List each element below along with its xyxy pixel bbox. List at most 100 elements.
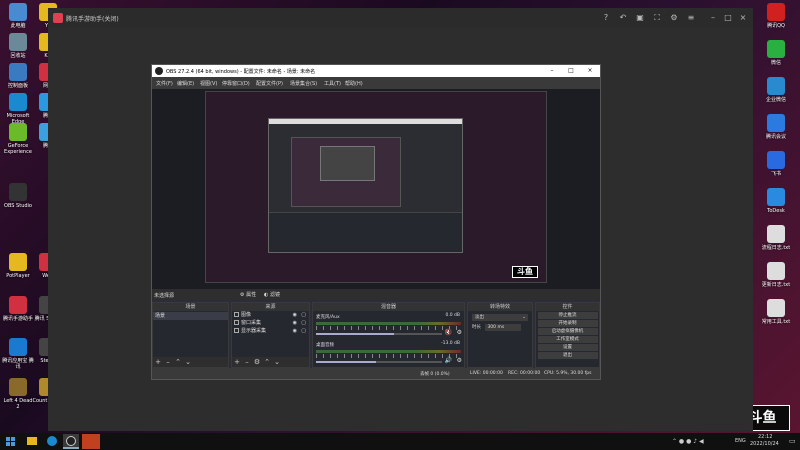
lock-icon[interactable]: ▢ xyxy=(301,327,306,335)
close-icon[interactable]: × xyxy=(738,13,748,23)
menu-item[interactable]: 文件(F) xyxy=(156,80,173,87)
desktop-icon[interactable]: 腾讯会议 xyxy=(760,114,792,140)
obs-taskbar-icon[interactable] xyxy=(63,434,79,449)
app-taskbar-icon[interactable] xyxy=(82,434,100,449)
move-down-icon[interactable]: ⌄ xyxy=(183,357,193,367)
app-icon xyxy=(9,33,27,51)
mixer-tracks: 麦克风/Aux 0.0 dB 🔇 ⚙ 桌面音频 -13.0 dB 🔊 ⚙ xyxy=(313,311,464,367)
language-indicator[interactable]: ENG xyxy=(735,438,746,444)
speaker-icon[interactable]: 🔊 xyxy=(445,357,452,364)
desktop-icon-label: PotPlayer xyxy=(6,273,30,279)
desktop-icon[interactable]: 控制面板 xyxy=(2,63,34,89)
clock-date[interactable]: 2022/10/24 xyxy=(750,441,779,447)
transition-type: 淡出 xyxy=(475,315,484,320)
desktop-icon[interactable]: 此电脑 xyxy=(2,3,34,29)
lock-icon[interactable]: ▢ xyxy=(301,311,306,319)
menu-item[interactable]: 编辑(E) xyxy=(177,80,194,87)
nested-inner-frame xyxy=(320,146,375,181)
desktop-icon[interactable]: 腾讯QQ xyxy=(760,3,792,29)
edge-taskbar-icon[interactable] xyxy=(47,436,57,446)
desktop-icon[interactable]: Left 4 Dead 2 xyxy=(2,378,34,410)
source-item[interactable]: 图像 ◉ ▢ xyxy=(232,311,309,319)
menu-item[interactable]: 场景集合(S) xyxy=(290,80,317,87)
source-settings-icon[interactable]: ⚙ xyxy=(252,357,262,367)
obs-minimize-icon[interactable]: – xyxy=(547,66,557,76)
file-explorer-icon[interactable] xyxy=(27,437,37,445)
control-button[interactable]: 设置 xyxy=(537,344,598,351)
help-icon[interactable]: ? xyxy=(601,13,611,23)
desktop-icon[interactable]: ToDesk xyxy=(760,188,792,214)
duration-input[interactable]: 300 ms xyxy=(485,324,522,331)
sources-title: 来源 xyxy=(265,304,276,310)
control-button[interactable]: 工作室模式 xyxy=(537,336,598,343)
menu-item[interactable]: 帮助(H) xyxy=(345,80,363,87)
desktop-icon[interactable]: GeForce Experience xyxy=(2,123,34,155)
desktop-icon-label: 企业微信 xyxy=(765,97,786,103)
move-up-icon[interactable]: ⌃ xyxy=(173,357,183,367)
visibility-eye-icon[interactable]: ◉ xyxy=(293,319,297,327)
desktop-icon[interactable]: PotPlayer xyxy=(2,253,34,279)
desktop-icon[interactable]: 腾讯手游助手 xyxy=(2,296,34,322)
back-icon[interactable]: ↶ xyxy=(618,13,628,23)
menu-item[interactable]: 工具(T) xyxy=(324,80,341,87)
volume-slider[interactable] xyxy=(316,361,442,363)
control-button[interactable]: 停止推流 xyxy=(537,312,598,319)
add-source-icon[interactable]: + xyxy=(232,357,242,367)
desktop-icon[interactable]: Microsoft Edge xyxy=(2,93,34,125)
controls-title: 控件 xyxy=(562,304,573,310)
visibility-eye-icon[interactable]: ◉ xyxy=(293,311,297,319)
properties-label: 属性 xyxy=(246,292,257,298)
remove-scene-icon[interactable]: – xyxy=(163,357,173,367)
scene-item[interactable]: 场景 xyxy=(153,312,228,320)
desktop-icon[interactable]: 常用工具.txt xyxy=(760,299,792,325)
minimize-icon[interactable]: – xyxy=(708,13,718,23)
desktop-icon[interactable]: 微信 xyxy=(760,40,792,66)
source-down-icon[interactable]: ⌄ xyxy=(272,357,282,367)
desktop-icon[interactable]: 腾讯应用宝 腾讯 xyxy=(2,338,34,370)
rec-time: REC: 00:00:00 xyxy=(508,371,541,376)
remove-source-icon[interactable]: – xyxy=(242,357,252,367)
control-button[interactable]: 退出 xyxy=(537,352,598,359)
source-up-icon[interactable]: ⌃ xyxy=(262,357,272,367)
menu-item[interactable]: 配置文件(P) xyxy=(256,80,283,87)
track-settings-icon[interactable]: ⚙ xyxy=(457,357,462,364)
control-button[interactable]: 启动虚拟摄像机 xyxy=(537,328,598,335)
desktop-icon-label: ToDesk xyxy=(767,208,785,214)
clock-time[interactable]: 22:12 xyxy=(758,434,772,440)
settings-icon[interactable]: ⚙ xyxy=(669,13,679,23)
desktop-icon[interactable]: 企业微信 xyxy=(760,77,792,103)
desktop-icon[interactable]: 回收站 xyxy=(2,33,34,59)
app-icon xyxy=(9,338,27,356)
desktop-icon-label: Left 4 Dead 2 xyxy=(3,398,33,410)
obs-window: OBS 27.2.4 (64 bit, windows) - 配置文件: 未命名… xyxy=(151,64,601,380)
menu-item[interactable]: 视图(V) xyxy=(200,80,217,87)
app-titlebar: 腾讯手游助手(关闭) ? ↶ ▣ ⛶ ⚙ ≡ – □ × xyxy=(48,8,753,28)
desktop-icon[interactable]: 更新日志.txt xyxy=(760,262,792,288)
desktop-icon[interactable]: OBS Studio xyxy=(2,183,34,209)
preview-canvas[interactable]: 斗鱼 xyxy=(205,91,547,283)
desktop-icon[interactable]: 流程日志.txt xyxy=(760,225,792,251)
volume-slider[interactable] xyxy=(316,333,442,335)
record-icon[interactable]: ▣ xyxy=(635,13,645,23)
properties-button[interactable]: ⚙ 属性 xyxy=(240,291,256,298)
source-item[interactable]: 显示器采集 ◉ ▢ xyxy=(232,327,309,335)
maximize-icon[interactable]: □ xyxy=(723,13,733,23)
menu-item[interactable]: 停靠窗口(D) xyxy=(222,80,250,87)
no-source-label: 未选择源 xyxy=(154,293,175,299)
filters-button[interactable]: ◐ 滤镜 xyxy=(264,291,280,298)
start-windows-icon[interactable] xyxy=(6,437,15,446)
track-settings-icon[interactable]: ⚙ xyxy=(457,329,462,336)
menu-icon[interactable]: ≡ xyxy=(686,13,696,23)
obs-maximize-icon[interactable]: □ xyxy=(566,66,576,76)
transition-select[interactable]: 淡出 ⌄ xyxy=(472,314,528,321)
muted-speaker-icon[interactable]: 🔇 xyxy=(445,329,452,336)
obs-close-icon[interactable]: × xyxy=(585,66,595,76)
add-scene-icon[interactable]: + xyxy=(153,357,163,367)
desktop-icon[interactable]: 飞书 xyxy=(760,151,792,177)
visibility-eye-icon[interactable]: ◉ xyxy=(293,327,297,335)
notification-icon[interactable]: ▭ xyxy=(789,437,796,445)
lock-icon[interactable]: ▢ xyxy=(301,319,306,327)
fullscreen-icon[interactable]: ⛶ xyxy=(652,13,662,23)
source-item[interactable]: 窗口采集 ◉ ▢ xyxy=(232,319,309,327)
control-button[interactable]: 开始录制 xyxy=(537,320,598,327)
